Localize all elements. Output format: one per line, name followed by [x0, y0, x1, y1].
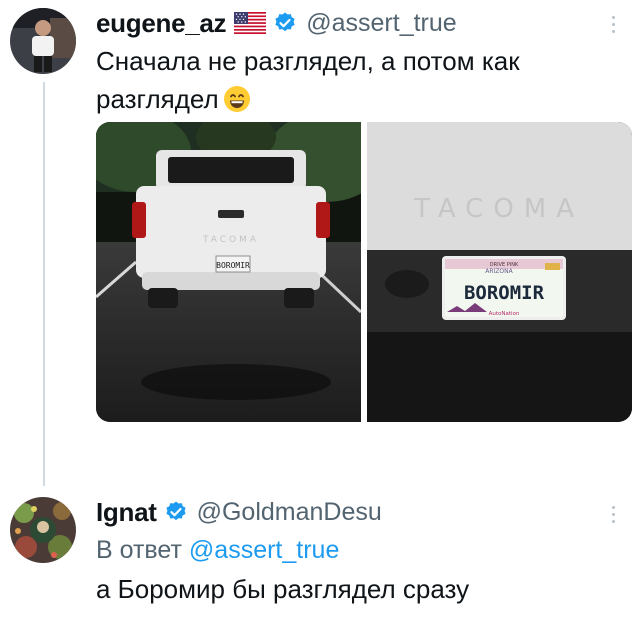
grinning-face-emoji-icon — [223, 85, 251, 113]
tweet-text: а Боромир бы разглядел сразу — [96, 574, 470, 604]
more-options-icon[interactable] — [608, 502, 618, 526]
plate-dealer-text: AutoNation — [489, 311, 520, 317]
photo-license-plate-closeup[interactable]: TACOMA DRIVE PINK ARIZONA BOROMIR AutoNa… — [367, 122, 632, 422]
display-name[interactable]: Ignat — [96, 497, 157, 528]
plate-state-text: ARIZONA — [485, 268, 513, 275]
more-options-icon[interactable] — [608, 12, 618, 36]
tweet-media[interactable]: TACOMA BOROMIR TACOMA DRIVE PINK ARIZONA… — [96, 122, 632, 422]
tweet-text-content: Сначала не разглядел, а потом как разгля… — [96, 46, 520, 114]
avatar[interactable] — [10, 497, 76, 563]
us-flag-icon — [234, 12, 267, 34]
tailgate-emboss: TACOMA — [413, 194, 584, 224]
svg-text:TACOMA: TACOMA — [202, 235, 259, 245]
left-plate-text: BOROMIR — [216, 261, 250, 270]
verified-badge-icon[interactable] — [273, 11, 297, 35]
user-handle[interactable]: @GoldmanDesu — [197, 498, 382, 527]
thread-connector-line — [43, 82, 45, 486]
reply-context: В ответ @assert_true — [96, 536, 339, 565]
user-handle[interactable]: @assert_true — [306, 9, 456, 38]
photo-truck-rear[interactable]: TACOMA BOROMIR — [96, 122, 361, 422]
reply-handle-link[interactable]: @assert_true — [189, 536, 339, 564]
plate-number: BOROMIR — [464, 282, 545, 304]
display-name[interactable]: eugene_az — [96, 8, 227, 39]
tweet-text: Сначала не разглядел, а потом как разгля… — [96, 42, 616, 118]
tweet-header: Ignat @GoldmanDesu — [96, 495, 382, 529]
verified-badge-icon[interactable] — [164, 500, 188, 524]
tweet-header: eugene_az @assert_true — [96, 6, 457, 40]
reply-prefix: В ответ — [96, 536, 182, 564]
avatar[interactable] — [10, 8, 76, 74]
